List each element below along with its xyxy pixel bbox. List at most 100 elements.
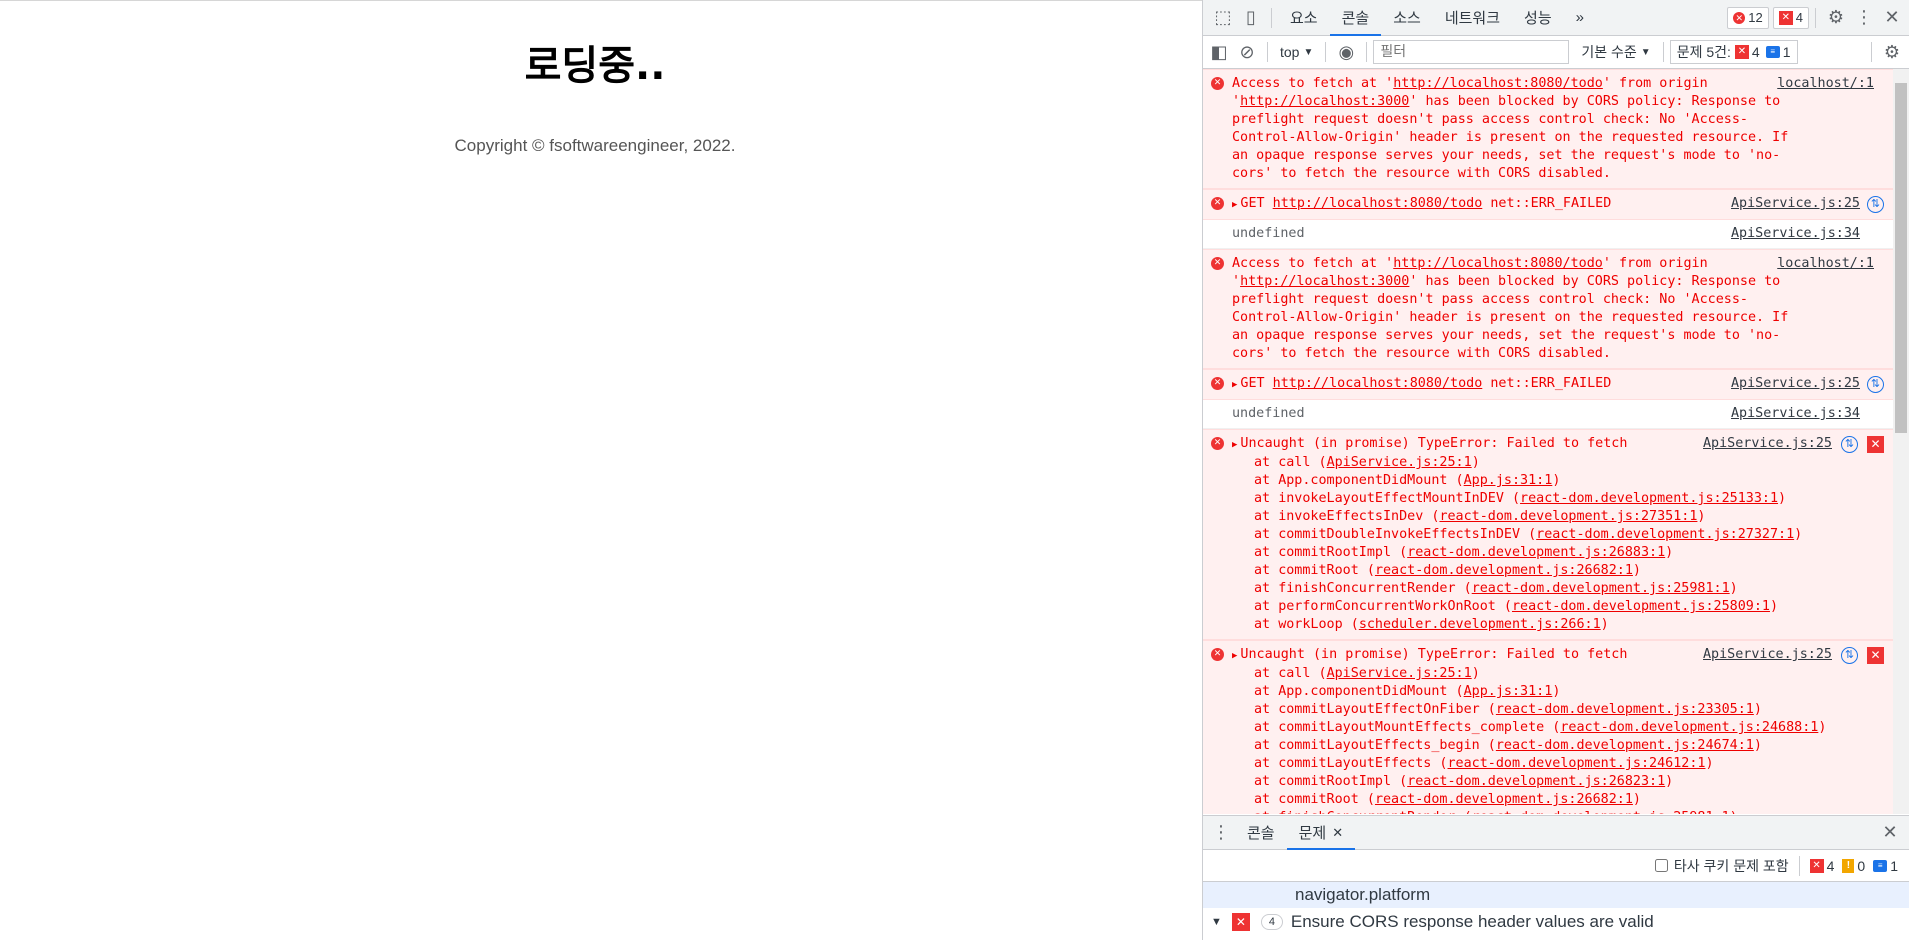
stack-location-link[interactable]: react-dom.development.js:23305:1: [1496, 702, 1754, 717]
message-text: undefined: [1232, 406, 1305, 421]
filter-input[interactable]: [1373, 40, 1570, 64]
console-settings-gear-icon[interactable]: ⚙: [1878, 38, 1906, 66]
url-link[interactable]: http://localhost:8080/todo: [1273, 376, 1483, 391]
scrollbar-thumb[interactable]: [1895, 83, 1907, 433]
close-drawer-icon[interactable]: ✕: [1876, 819, 1904, 847]
tab-0[interactable]: 요소: [1278, 0, 1330, 36]
tab-1[interactable]: 콘솔: [1329, 0, 1382, 36]
more-tabs-button[interactable]: »: [1564, 0, 1596, 36]
network-request-icon[interactable]: ⇅: [1841, 647, 1858, 664]
error-count-badge[interactable]: ✕ 12: [1727, 6, 1769, 29]
more-options-icon[interactable]: ⋮: [1850, 4, 1878, 32]
stack-frame: at App.componentDidMount (App.js:31:1): [1254, 473, 1561, 488]
message-source-link[interactable]: ApiService.js:25: [1703, 646, 1832, 664]
clear-console-icon[interactable]: ⊘: [1233, 38, 1261, 66]
network-request-icon[interactable]: ⇅: [1867, 196, 1884, 213]
stack-location-link[interactable]: react-dom.development.js:24688:1: [1560, 720, 1818, 735]
issue-error-icon: ✕: [1778, 10, 1793, 25]
live-expression-eye-icon[interactable]: ◉: [1332, 38, 1360, 66]
expand-triangle-icon[interactable]: ▶: [1232, 376, 1237, 394]
drawer-menu-icon[interactable]: ⋮: [1207, 819, 1235, 847]
stack-frame: at invokeLayoutEffectMountInDEV (react-d…: [1254, 491, 1787, 506]
url-link[interactable]: http://localhost:8080/todo: [1273, 196, 1483, 211]
issue-error-icon: ✕: [1231, 913, 1250, 931]
message-source-link[interactable]: localhost/:1: [1777, 255, 1874, 273]
tab-2[interactable]: 소스: [1381, 0, 1433, 36]
stack-location-link[interactable]: react-dom.development.js:25981:1: [1472, 581, 1730, 596]
chevron-down-icon: ▼: [1303, 46, 1314, 58]
message-source-link[interactable]: ApiService.js:34: [1731, 225, 1860, 243]
net-status: net::ERR_FAILED: [1490, 376, 1612, 391]
stack-location-link[interactable]: react-dom.development.js:24674:1: [1496, 738, 1754, 753]
message-source-link[interactable]: ApiService.js:25: [1731, 375, 1860, 393]
tab-3[interactable]: 네트워크: [1433, 0, 1512, 36]
settings-gear-icon[interactable]: ⚙: [1822, 4, 1850, 32]
stack-location-link[interactable]: react-dom.development.js:27327:1: [1536, 527, 1794, 542]
url-link[interactable]: http://localhost:8080/todo: [1393, 256, 1603, 271]
message-source-link[interactable]: ApiService.js:25: [1703, 435, 1832, 453]
expand-arrow-icon[interactable]: ▼: [1211, 916, 1222, 928]
stack-location-link[interactable]: react-dom.development.js:26823:1: [1407, 774, 1665, 789]
sidebar-toggle-icon[interactable]: ◧: [1205, 38, 1233, 66]
divider: [1271, 7, 1272, 28]
issue-link-icon[interactable]: ✕: [1867, 436, 1884, 453]
console-error-message: ✕ localhost/:1 Access to fetch at 'http://…: [1203, 69, 1909, 189]
close-tab-icon[interactable]: ✕: [1332, 825, 1343, 841]
issues-button[interactable]: 문제 5건: ✕ 4 ≡ 1: [1669, 40, 1798, 64]
divider: [1815, 7, 1816, 28]
issue-item[interactable]: navigator.platform: [1203, 882, 1909, 908]
stack-location-link[interactable]: react-dom.development.js:26883:1: [1407, 545, 1665, 560]
stack-function: invokeLayoutEffectMountInDEV: [1278, 491, 1504, 506]
console-uncaught-error: ✕ ▶ Uncaught (in promise) TypeError: Faile…: [1203, 640, 1909, 814]
log-level-selector[interactable]: 기본 수준 ▼: [1575, 42, 1656, 62]
stack-location-link[interactable]: App.js:31:1: [1464, 473, 1553, 488]
stack-location-link[interactable]: scheduler.development.js:266:1: [1359, 617, 1601, 632]
drawer-tab-issues[interactable]: 문제 ✕: [1286, 815, 1356, 850]
expand-triangle-icon[interactable]: ▶: [1232, 436, 1237, 454]
network-request-icon[interactable]: ⇅: [1841, 436, 1858, 453]
message-source-link[interactable]: ApiService.js:34: [1731, 405, 1860, 423]
stack-location-link[interactable]: react-dom.development.js:25133:1: [1520, 491, 1778, 506]
issue-item[interactable]: ▼ ✕ 4 Ensure CORS response header values…: [1203, 908, 1909, 936]
stack-frame: at workLoop (scheduler.development.js:26…: [1254, 617, 1609, 632]
error-icon: ✕: [1211, 377, 1224, 390]
divider: [1798, 855, 1800, 876]
stack-location-link[interactable]: react-dom.development.js:26682:1: [1375, 792, 1633, 807]
divider: [1267, 42, 1268, 62]
message-source-link[interactable]: ApiService.js:25: [1731, 195, 1860, 213]
stack-location-link[interactable]: react-dom.development.js:26682:1: [1375, 563, 1633, 578]
stack-location-link[interactable]: react-dom.development.js:24612:1: [1448, 756, 1706, 771]
url-link[interactable]: http://localhost:3000: [1240, 274, 1409, 289]
close-devtools-icon[interactable]: ✕: [1878, 4, 1906, 32]
stack-function: call: [1278, 666, 1311, 681]
stack-location-link[interactable]: react-dom.development.js:25981:1: [1472, 810, 1730, 814]
issue-count-badge[interactable]: ✕ 4: [1772, 6, 1809, 29]
message-source-link[interactable]: localhost/:1: [1777, 75, 1874, 93]
stack-frame: at commitRoot (react-dom.development.js:…: [1254, 563, 1641, 578]
error-icon: ✕: [1211, 437, 1224, 450]
issue-error-icon: ✕: [1734, 45, 1749, 59]
issue-count: 4: [1795, 10, 1803, 25]
issue-warning-icon: !: [1842, 858, 1855, 873]
expand-triangle-icon[interactable]: ▶: [1232, 196, 1237, 214]
stack-location-link[interactable]: react-dom.development.js:25809:1: [1512, 599, 1770, 614]
stack-function: commitLayoutEffectOnFiber: [1278, 702, 1480, 717]
expand-triangle-icon[interactable]: ▶: [1232, 647, 1237, 665]
drawer-tab-console[interactable]: 콘솔: [1235, 815, 1287, 850]
inspect-element-icon[interactable]: ⬚: [1209, 4, 1237, 32]
console-scrollbar[interactable]: [1893, 69, 1909, 814]
url-link[interactable]: http://localhost:8080/todo: [1393, 76, 1603, 91]
context-selector[interactable]: top ▼: [1274, 44, 1319, 60]
stack-location-link[interactable]: App.js:31:1: [1464, 684, 1553, 699]
stack-location-link[interactable]: ApiService.js:25:1: [1327, 666, 1472, 681]
url-link[interactable]: http://localhost:3000: [1240, 94, 1409, 109]
tab-4[interactable]: 성능: [1512, 0, 1564, 36]
device-toolbar-icon[interactable]: ▯: [1237, 4, 1265, 32]
drawer-tab-label: 콘솔: [1247, 825, 1275, 842]
network-request-icon[interactable]: ⇅: [1867, 376, 1884, 393]
third-party-cookie-checkbox[interactable]: [1654, 859, 1668, 872]
stack-location-link[interactable]: ApiService.js:25:1: [1327, 455, 1472, 470]
copyright-text: Copyright © fsoftwareengineer, 2022.: [454, 136, 736, 155]
stack-location-link[interactable]: react-dom.development.js:27351:1: [1439, 509, 1697, 524]
issue-link-icon[interactable]: ✕: [1867, 647, 1884, 664]
